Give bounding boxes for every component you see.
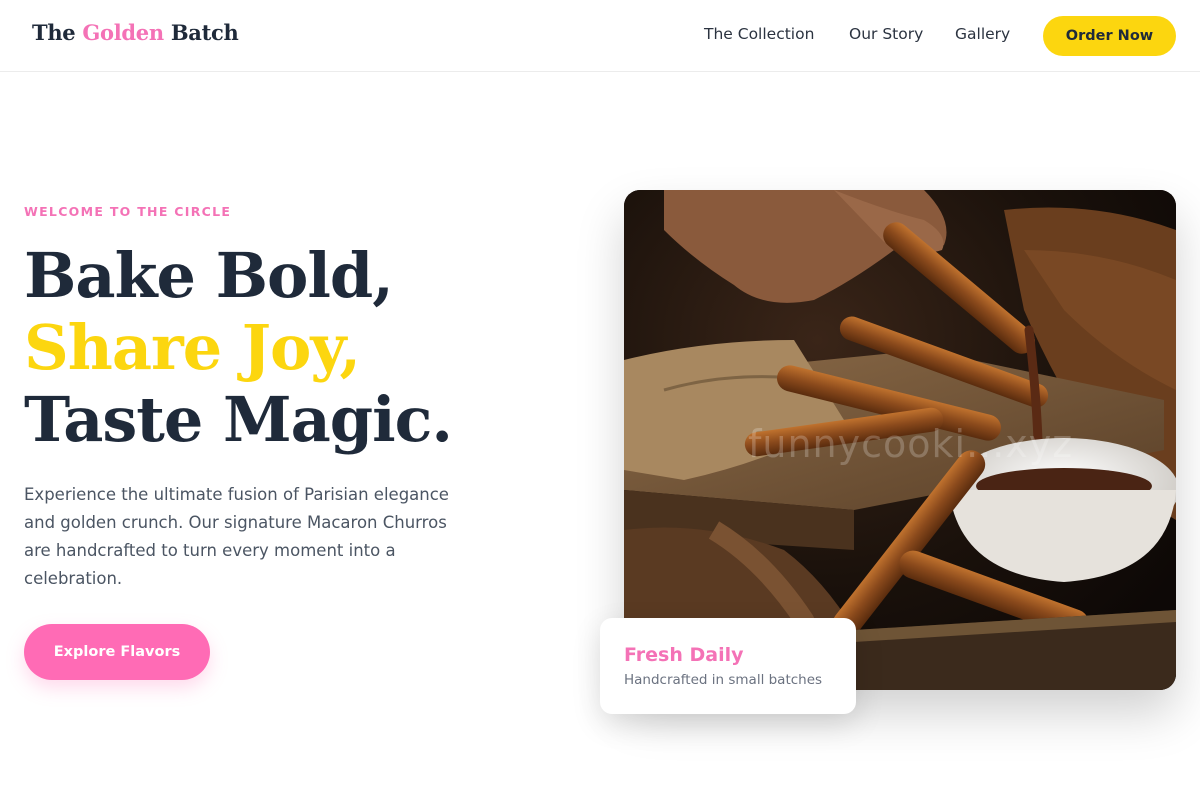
- explore-flavors-button[interactable]: Explore Flavors: [24, 624, 210, 680]
- main-nav: The Collection Our Story Gallery: [0, 25, 1200, 49]
- badge-title: Fresh Daily: [624, 644, 744, 666]
- hero-image-churros: funnycooki...xyz: [624, 190, 1176, 690]
- order-now-button[interactable]: Order Now: [1043, 16, 1176, 56]
- nav-link-collection[interactable]: The Collection: [704, 25, 814, 43]
- headline-line-1: Bake Bold,: [24, 239, 394, 312]
- badge-subtitle: Handcrafted in small batches: [624, 672, 823, 688]
- nav-link-gallery[interactable]: Gallery: [955, 25, 1010, 43]
- site-header: The Golden Batch The Collection Our Stor…: [0, 0, 1200, 72]
- hero-description: Experience the ultimate fusion of Parisi…: [24, 485, 449, 588]
- fresh-daily-badge: Fresh Daily Handcrafted in small batches: [600, 618, 856, 714]
- hero-headline: Bake Bold, Share Joy, Taste Magic.: [24, 239, 453, 456]
- nav-link-our-story[interactable]: Our Story: [849, 25, 923, 43]
- image-watermark: funnycooki...xyz: [748, 422, 1074, 466]
- headline-line-2: Share Joy,: [24, 311, 361, 384]
- hero-eyebrow: WELCOME TO THE CIRCLE: [24, 204, 232, 219]
- headline-line-3: Taste Magic.: [24, 383, 453, 456]
